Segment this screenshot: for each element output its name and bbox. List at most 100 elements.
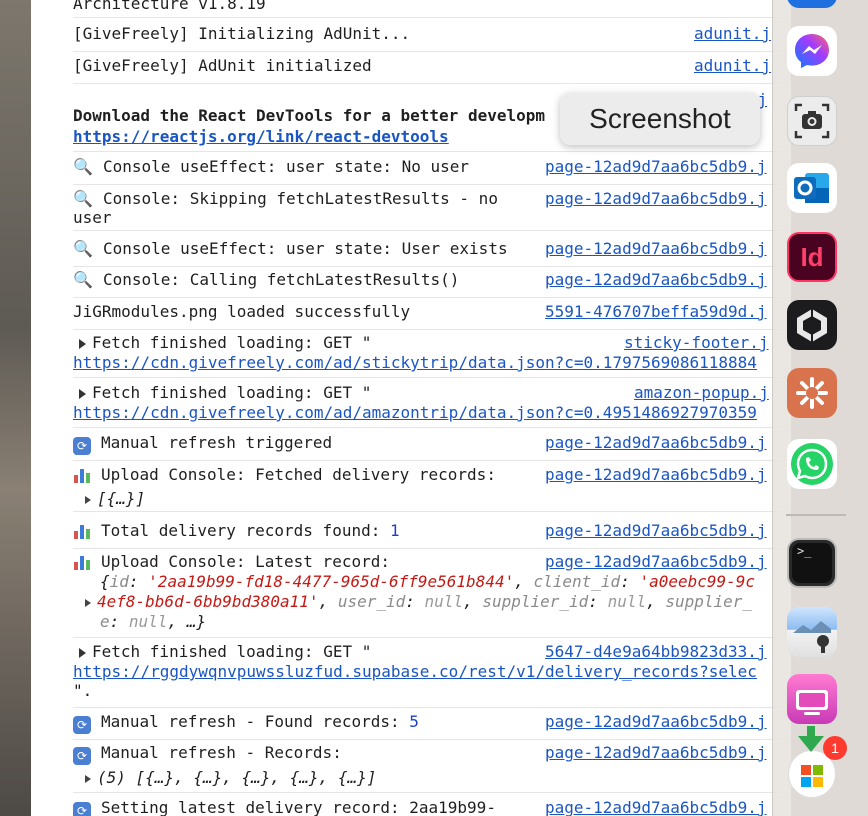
indesign-label: Id	[800, 242, 824, 272]
source-link[interactable]: 5647-d4e9a64bb9823d33.j	[545, 642, 767, 662]
message-text: Fetch finished loading: GET "	[92, 383, 372, 402]
bar-chart-icon	[73, 465, 91, 483]
refresh-emoji-icon: ⟳	[73, 802, 91, 816]
message-text: Architecture v1.8.19	[73, 0, 266, 13]
messenger-icon[interactable]	[787, 26, 837, 76]
console-message: Fetch finished loading: GET " https://cd…	[73, 333, 791, 378]
fetch-url-link[interactable]: https://cdn.givefreely.com/ad/stickytrip…	[73, 353, 757, 373]
console-message: [GiveFreely] AdUnit initialized adunit.j	[73, 56, 791, 84]
console-message: 🔍 Console useEffect: user state: No user …	[73, 157, 791, 185]
whatsapp-icon[interactable]	[787, 439, 837, 489]
message-text: Fetch finished loading: GET "	[92, 333, 372, 352]
source-link[interactable]: sticky-footer.j	[624, 333, 769, 353]
notification-badge: 1	[823, 736, 847, 760]
source-link[interactable]: 5591-476707beffa59d9d.j	[545, 302, 767, 322]
object-preview-line2[interactable]: 4ef8-bb6d-6bb9bd380a11', user_id: null, …	[85, 592, 752, 612]
fetch-url-link[interactable]: https://rggdywqnvpuwssluzfud.supabase.co…	[73, 662, 757, 682]
array-preview[interactable]: [{…}]	[97, 489, 145, 508]
source-link[interactable]: amazon-popup.j	[634, 383, 769, 403]
expand-triangle-icon[interactable]	[85, 598, 91, 607]
source-link[interactable]: page-12ad9d7aa6bc5db9.j	[545, 521, 767, 541]
message-text: Manual refresh triggered	[101, 433, 333, 452]
magnifier-icon: 🔍	[73, 157, 93, 176]
source-link[interactable]: page-12ad9d7aa6bc5db9.j	[545, 270, 767, 290]
message-text: Upload Console: Fetched delivery records…	[101, 465, 496, 484]
download-arrow-stem	[807, 726, 815, 738]
object-preview-line3: e: null, …}	[100, 612, 206, 631]
message-text: Upload Console: Latest record:	[101, 552, 390, 571]
console-message: 🔍 Console: Calling fetchLatestResults() p…	[73, 270, 791, 298]
fetch-url-link[interactable]: https://cdn.givefreely.com/ad/amazontrip…	[73, 403, 757, 423]
source-link[interactable]: adunit.j	[694, 24, 771, 44]
expand-triangle-icon[interactable]	[79, 338, 86, 349]
console-message: Fetch finished loading: GET " https://rg…	[73, 642, 791, 708]
message-text: Total delivery records found:	[101, 521, 390, 540]
console-message: Upload Console: Latest record: {id: '2aa…	[73, 552, 791, 638]
message-text: [GiveFreely] AdUnit initialized	[73, 56, 372, 75]
download-arrow-icon	[798, 736, 824, 752]
preview-icon[interactable]	[787, 607, 837, 657]
source-link[interactable]: page-12ad9d7aa6bc5db9.j	[545, 433, 767, 453]
expand-triangle-icon[interactable]	[79, 647, 86, 658]
console-message: JiGRmodules.png loaded successfully 5591…	[73, 302, 791, 330]
expand-triangle-icon[interactable]	[85, 495, 91, 504]
message-text: Download the React DevTools for a better…	[73, 106, 546, 125]
claude-icon[interactable]	[787, 368, 837, 418]
count-value: 5	[409, 712, 419, 731]
array-preview[interactable]: (5) [{…}, {…}, {…}, {…}, {…}]	[97, 768, 376, 787]
message-text: Console useEffect: user state: User exis…	[103, 239, 508, 258]
source-link[interactable]: page-12ad9d7aa6bc5db9.j	[545, 189, 767, 209]
devtools-link[interactable]: https://reactjs.org/link/react-devtools	[73, 127, 449, 147]
terminal-prompt: >_	[797, 544, 812, 558]
source-link[interactable]: adunit.j	[694, 56, 771, 76]
source-link[interactable]: page-12ad9d7aa6bc5db9.j	[545, 157, 767, 177]
console-message: 🔍 Console useEffect: user state: User exi…	[73, 239, 791, 267]
expand-triangle-icon[interactable]	[79, 388, 86, 399]
source-link[interactable]: page-12ad9d7aa6bc5db9.j	[545, 743, 767, 763]
source-link[interactable]: page-12ad9d7aa6bc5db9.j	[545, 552, 767, 572]
message-text-wrap: user	[73, 208, 112, 227]
cleanmymac-icon[interactable]	[787, 674, 837, 724]
source-link[interactable]: page-12ad9d7aa6bc5db9.j	[545, 239, 767, 259]
refresh-emoji-icon: ⟳	[73, 716, 91, 734]
console-message: ⟳ Manual refresh - Found records: 5 page-…	[73, 712, 791, 740]
console-message: Architecture v1.8.19	[73, 0, 791, 18]
console-message: Upload Console: Fetched delivery records…	[73, 465, 791, 512]
console-message: 🔍 Console: Skipping fetchLatestResults - …	[73, 189, 791, 231]
message-text: Manual refresh - Records:	[101, 743, 342, 762]
message-text: Console useEffect: user state: No user	[103, 157, 470, 176]
console-message: Fetch finished loading: GET " https://cd…	[73, 383, 791, 428]
message-text: Fetch finished loading: GET "	[92, 642, 372, 661]
console-message: ⟳ Manual refresh - Records: (5) [{…}, {…}…	[73, 743, 791, 793]
magnifier-icon: 🔍	[73, 270, 93, 289]
console-message: ⟳ Setting latest delivery record: 2aa19b9…	[73, 798, 791, 816]
source-link[interactable]: page-12ad9d7aa6bc5db9.j	[545, 712, 767, 732]
message-text: Console: Skipping fetchLatestResults - n…	[103, 189, 498, 208]
bar-chart-icon	[73, 521, 91, 539]
partial-app-icon[interactable]	[787, 0, 837, 8]
object-preview-line1[interactable]: {id: '2aa19b99-fd18-4477-965d-6ff9e561b8…	[100, 572, 755, 592]
expand-triangle-icon[interactable]	[85, 774, 91, 783]
source-link[interactable]: page-12ad9d7aa6bc5db9.j	[545, 798, 767, 816]
source-link[interactable]: page-12ad9d7aa6bc5db9.j	[545, 465, 767, 485]
dock-separator	[786, 514, 846, 516]
console-message: ⟳ Manual refresh triggered page-12ad9d7aa…	[73, 433, 791, 461]
message-text-tail: ".	[73, 681, 93, 700]
perplexity-icon[interactable]	[787, 300, 837, 350]
magnifier-icon: 🔍	[73, 189, 93, 208]
terminal-icon[interactable]: >_	[787, 538, 837, 588]
refresh-emoji-icon: ⟳	[73, 437, 91, 455]
refresh-emoji-icon: ⟳	[73, 747, 91, 765]
screenshot-icon[interactable]	[787, 96, 837, 146]
message-text: Manual refresh - Found records:	[101, 712, 410, 731]
message-text: JiGRmodules.png loaded successfully	[73, 302, 411, 321]
console-message: [GiveFreely] Initializing AdUnit... adun…	[73, 24, 791, 52]
magnifier-icon: 🔍	[73, 239, 93, 258]
message-text: Setting latest delivery record: 2aa19b99…	[101, 798, 496, 816]
count-value: 1	[389, 521, 400, 540]
outlook-icon[interactable]	[787, 163, 837, 213]
screenshot-tooltip: Screenshot	[560, 93, 760, 145]
indesign-icon[interactable]: Id	[787, 232, 837, 282]
bar-chart-icon	[73, 552, 91, 570]
console-message: Total delivery records found: 1 page-12a…	[73, 521, 791, 549]
